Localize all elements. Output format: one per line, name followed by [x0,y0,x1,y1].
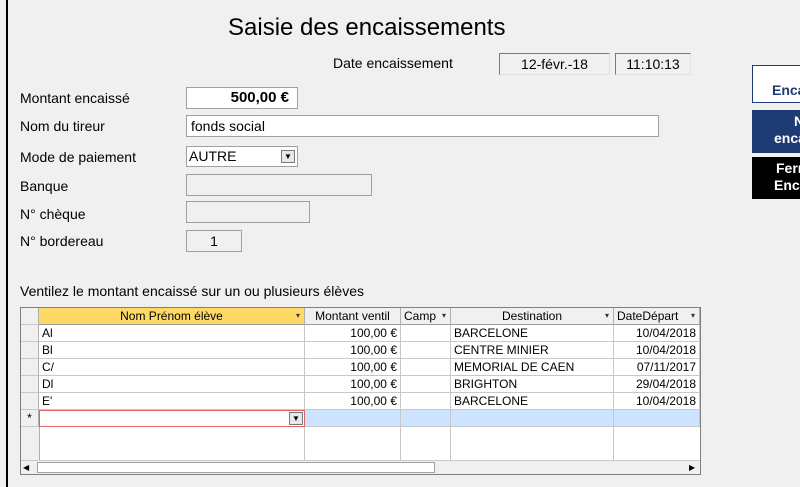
col-header-camp-label: Camp [404,309,437,323]
tireur-input[interactable]: fonds social [186,115,659,137]
page-title: Saisie des encaissements [228,14,506,41]
fermer-encaissement-line2: Encai [774,177,800,193]
col-header-camp[interactable]: Camp ▾ [401,308,451,325]
left-border-line [6,0,8,487]
cell-nom[interactable]: Al [39,325,305,342]
horizontal-scrollbar[interactable]: ◀ ▶ [21,460,700,474]
scrollbar-thumb[interactable] [37,462,435,473]
bordereau-label: N° bordereau [20,233,104,249]
row-selector[interactable] [21,393,39,410]
col-header-montant[interactable]: Montant ventil [305,308,401,325]
new-cell-camp[interactable] [401,410,451,427]
grid-divider [400,427,401,461]
date-label: Date encaissement [333,55,453,71]
cell-montant[interactable]: 100,00 € [305,342,401,359]
cell-destination[interactable]: BRIGHTON [451,376,614,393]
select-all-corner[interactable] [21,308,39,325]
row-selector-empty [21,427,40,461]
sort-filter-icon[interactable]: ▾ [296,308,300,324]
grid-header: Nom Prénom élève ▾ Montant ventil Camp ▾… [21,308,700,325]
new-cell-montant[interactable] [305,410,401,427]
cell-datedepart[interactable]: 07/11/2017 [614,359,700,376]
new-record-row[interactable]: * ▼ [21,410,700,427]
cell-destination[interactable]: MEMORIAL DE CAEN [451,359,614,376]
grid-divider [450,427,451,461]
row-selector[interactable] [21,376,39,393]
mode-select-value: AUTRE [189,148,237,164]
chevron-down-icon[interactable]: ▾ [442,308,446,324]
cell-datedepart[interactable]: 29/04/2018 [614,376,700,393]
col-header-nom-label: Nom Prénom élève [120,309,223,323]
triangle-right-icon[interactable]: ▶ [689,463,695,473]
cheque-label: N° chèque [20,206,86,222]
new-cell-destination[interactable] [451,410,614,427]
cheque-input[interactable] [186,201,310,223]
table-row[interactable]: E' 100,00 € BARCELONE 10/04/2018 [21,393,700,410]
nouvel-encaissement-line1: N [794,113,800,129]
cell-datedepart[interactable]: 10/04/2018 [614,342,700,359]
time-field: 11:10:13 [615,53,691,75]
cell-datedepart[interactable]: 10/04/2018 [614,393,700,410]
cell-destination[interactable]: BARCELONE [451,325,614,342]
cell-datedepart[interactable]: 10/04/2018 [614,325,700,342]
triangle-left-icon[interactable]: ◀ [23,463,29,473]
col-header-datedepart[interactable]: DateDépart ▾ [614,308,700,325]
table-row[interactable]: C/ 100,00 € MEMORIAL DE CAEN 07/11/2017 [21,359,700,376]
table-row[interactable]: Dl 100,00 € BRIGHTON 29/04/2018 [21,376,700,393]
tireur-label: Nom du tireur [20,118,105,134]
row-selector[interactable] [21,325,39,342]
cell-camp[interactable] [401,325,451,342]
ventilation-grid: Nom Prénom élève ▾ Montant ventil Camp ▾… [20,307,701,475]
chevron-down-icon[interactable]: ▾ [691,308,695,324]
cell-camp[interactable] [401,342,451,359]
row-selector[interactable] [21,359,39,376]
mode-select[interactable]: AUTRE ▼ [186,146,298,167]
cell-destination[interactable]: BARCELONE [451,393,614,410]
banque-label: Banque [20,178,69,194]
chevron-down-icon[interactable]: ▼ [281,150,295,163]
banque-input[interactable] [186,174,372,196]
cell-nom[interactable]: Bl [39,342,305,359]
asterisk-icon: * [21,410,39,427]
row-selector[interactable] [21,342,39,359]
fermer-encaissement-line1: Ferm [776,160,800,176]
grid-divider [613,427,614,461]
chevron-down-icon[interactable]: ▼ [289,412,303,425]
cell-camp[interactable] [401,376,451,393]
chevron-down-icon[interactable]: ▾ [605,308,609,324]
grid-divider [304,427,305,461]
col-header-nom[interactable]: Nom Prénom élève ▾ [39,308,305,325]
ventilation-label: Ventilez le montant encaissé sur un ou p… [20,283,364,299]
col-header-datedepart-label: DateDépart [617,309,679,323]
cell-montant[interactable]: 100,00 € [305,359,401,376]
col-header-destination[interactable]: Destination ▾ [451,308,614,325]
montant-input[interactable]: 500,00 € [186,87,298,109]
cell-nom[interactable]: C/ [39,359,305,376]
encaisser-button[interactable]: Encai [752,65,800,103]
cell-montant[interactable]: 100,00 € [305,376,401,393]
montant-label: Montant encaissé [20,90,130,106]
cell-montant[interactable]: 100,00 € [305,393,401,410]
date-field: 12-févr.-18 [499,53,610,75]
cell-camp[interactable] [401,359,451,376]
cell-destination[interactable]: CENTRE MINIER [451,342,614,359]
table-row[interactable]: Al 100,00 € BARCELONE 10/04/2018 [21,325,700,342]
new-cell-datedepart[interactable] [614,410,700,427]
mode-label: Mode de paiement [20,149,136,165]
table-row[interactable]: Bl 100,00 € CENTRE MINIER 10/04/2018 [21,342,700,359]
encaisser-button-label: Encai [772,82,800,98]
bordereau-input[interactable]: 1 [186,230,242,252]
col-header-destination-label: Destination [501,309,563,323]
cell-camp[interactable] [401,393,451,410]
nouvel-encaissement-line2: enca [774,130,800,146]
col-header-montant-label: Montant ventil [315,309,390,323]
new-nom-combo[interactable]: ▼ [39,410,305,427]
cell-nom[interactable]: E' [39,393,305,410]
nouvel-encaissement-button[interactable]: N enca [752,110,800,153]
fermer-encaissement-button[interactable]: Ferm Encai [752,157,800,199]
cell-montant[interactable]: 100,00 € [305,325,401,342]
cell-nom[interactable]: Dl [39,376,305,393]
